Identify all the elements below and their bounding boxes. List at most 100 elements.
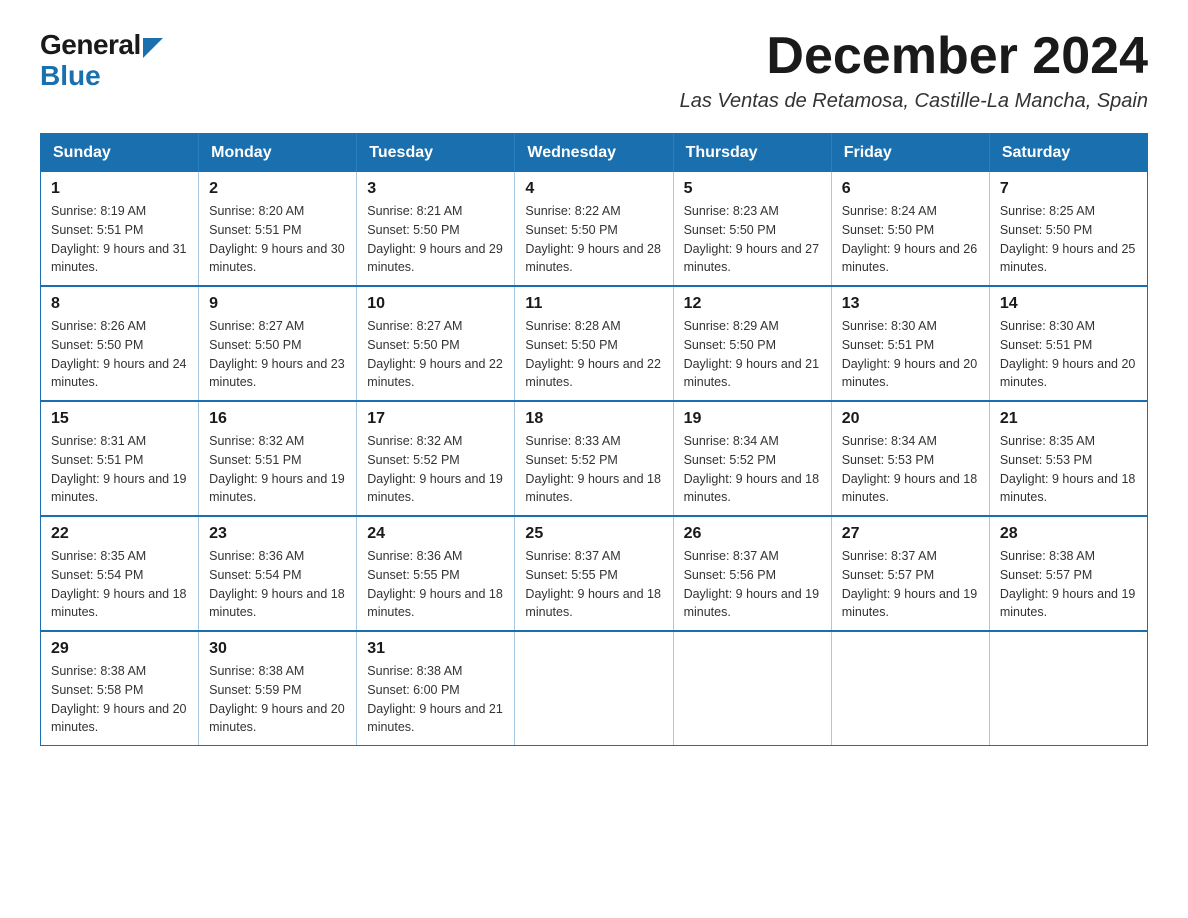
calendar-day-cell: 7 Sunrise: 8:25 AM Sunset: 5:50 PM Dayli… bbox=[989, 172, 1147, 286]
day-number: 18 bbox=[525, 410, 662, 428]
day-number: 16 bbox=[209, 410, 346, 428]
day-of-week-header: Monday bbox=[199, 134, 357, 173]
calendar-day-cell: 16 Sunrise: 8:32 AM Sunset: 5:51 PM Dayl… bbox=[199, 401, 357, 516]
day-number: 15 bbox=[51, 410, 188, 428]
day-number: 12 bbox=[684, 295, 821, 313]
day-number: 23 bbox=[209, 525, 346, 543]
day-info: Sunrise: 8:25 AM Sunset: 5:50 PM Dayligh… bbox=[1000, 202, 1137, 277]
day-info: Sunrise: 8:35 AM Sunset: 5:53 PM Dayligh… bbox=[1000, 432, 1137, 507]
calendar-day-cell: 25 Sunrise: 8:37 AM Sunset: 5:55 PM Dayl… bbox=[515, 516, 673, 631]
day-info: Sunrise: 8:37 AM Sunset: 5:57 PM Dayligh… bbox=[842, 547, 979, 622]
calendar-day-cell: 4 Sunrise: 8:22 AM Sunset: 5:50 PM Dayli… bbox=[515, 172, 673, 286]
calendar-day-cell: 8 Sunrise: 8:26 AM Sunset: 5:50 PM Dayli… bbox=[41, 286, 199, 401]
calendar-day-cell: 3 Sunrise: 8:21 AM Sunset: 5:50 PM Dayli… bbox=[357, 172, 515, 286]
day-of-week-header: Wednesday bbox=[515, 134, 673, 173]
page-header: General Blue December 2024 Las Ventas de… bbox=[40, 30, 1148, 113]
day-info: Sunrise: 8:24 AM Sunset: 5:50 PM Dayligh… bbox=[842, 202, 979, 277]
calendar-day-cell: 17 Sunrise: 8:32 AM Sunset: 5:52 PM Dayl… bbox=[357, 401, 515, 516]
day-number: 2 bbox=[209, 180, 346, 198]
month-year-title: December 2024 bbox=[680, 30, 1148, 82]
day-info: Sunrise: 8:26 AM Sunset: 5:50 PM Dayligh… bbox=[51, 317, 188, 392]
calendar-day-cell: 27 Sunrise: 8:37 AM Sunset: 5:57 PM Dayl… bbox=[831, 516, 989, 631]
calendar-day-cell: 21 Sunrise: 8:35 AM Sunset: 5:53 PM Dayl… bbox=[989, 401, 1147, 516]
calendar-day-cell: 22 Sunrise: 8:35 AM Sunset: 5:54 PM Dayl… bbox=[41, 516, 199, 631]
calendar-day-cell: 20 Sunrise: 8:34 AM Sunset: 5:53 PM Dayl… bbox=[831, 401, 989, 516]
day-number: 30 bbox=[209, 640, 346, 658]
calendar-week-row: 1 Sunrise: 8:19 AM Sunset: 5:51 PM Dayli… bbox=[41, 172, 1148, 286]
day-info: Sunrise: 8:20 AM Sunset: 5:51 PM Dayligh… bbox=[209, 202, 346, 277]
calendar-day-cell: 6 Sunrise: 8:24 AM Sunset: 5:50 PM Dayli… bbox=[831, 172, 989, 286]
day-info: Sunrise: 8:38 AM Sunset: 5:57 PM Dayligh… bbox=[1000, 547, 1137, 622]
logo-blue-text: Blue bbox=[40, 61, 163, 92]
day-number: 7 bbox=[1000, 180, 1137, 198]
day-info: Sunrise: 8:30 AM Sunset: 5:51 PM Dayligh… bbox=[1000, 317, 1137, 392]
day-number: 1 bbox=[51, 180, 188, 198]
day-number: 28 bbox=[1000, 525, 1137, 543]
calendar-day-cell bbox=[673, 631, 831, 746]
calendar-day-cell: 11 Sunrise: 8:28 AM Sunset: 5:50 PM Dayl… bbox=[515, 286, 673, 401]
day-info: Sunrise: 8:37 AM Sunset: 5:55 PM Dayligh… bbox=[525, 547, 662, 622]
day-number: 8 bbox=[51, 295, 188, 313]
calendar-week-row: 22 Sunrise: 8:35 AM Sunset: 5:54 PM Dayl… bbox=[41, 516, 1148, 631]
calendar-day-cell: 23 Sunrise: 8:36 AM Sunset: 5:54 PM Dayl… bbox=[199, 516, 357, 631]
day-info: Sunrise: 8:29 AM Sunset: 5:50 PM Dayligh… bbox=[684, 317, 821, 392]
day-of-week-header: Thursday bbox=[673, 134, 831, 173]
day-number: 3 bbox=[367, 180, 504, 198]
day-info: Sunrise: 8:33 AM Sunset: 5:52 PM Dayligh… bbox=[525, 432, 662, 507]
day-info: Sunrise: 8:22 AM Sunset: 5:50 PM Dayligh… bbox=[525, 202, 662, 277]
calendar-day-cell: 9 Sunrise: 8:27 AM Sunset: 5:50 PM Dayli… bbox=[199, 286, 357, 401]
calendar-day-cell: 13 Sunrise: 8:30 AM Sunset: 5:51 PM Dayl… bbox=[831, 286, 989, 401]
calendar-day-cell: 30 Sunrise: 8:38 AM Sunset: 5:59 PM Dayl… bbox=[199, 631, 357, 746]
title-section: December 2024 Las Ventas de Retamosa, Ca… bbox=[680, 30, 1148, 113]
day-of-week-header: Saturday bbox=[989, 134, 1147, 173]
day-number: 26 bbox=[684, 525, 821, 543]
day-info: Sunrise: 8:37 AM Sunset: 5:56 PM Dayligh… bbox=[684, 547, 821, 622]
calendar-day-cell: 19 Sunrise: 8:34 AM Sunset: 5:52 PM Dayl… bbox=[673, 401, 831, 516]
calendar-day-cell bbox=[831, 631, 989, 746]
day-number: 11 bbox=[525, 295, 662, 313]
day-number: 24 bbox=[367, 525, 504, 543]
day-info: Sunrise: 8:31 AM Sunset: 5:51 PM Dayligh… bbox=[51, 432, 188, 507]
calendar-day-cell: 24 Sunrise: 8:36 AM Sunset: 5:55 PM Dayl… bbox=[357, 516, 515, 631]
calendar-day-cell: 31 Sunrise: 8:38 AM Sunset: 6:00 PM Dayl… bbox=[357, 631, 515, 746]
location-subtitle: Las Ventas de Retamosa, Castille-La Manc… bbox=[680, 90, 1148, 113]
day-number: 9 bbox=[209, 295, 346, 313]
calendar-day-cell: 2 Sunrise: 8:20 AM Sunset: 5:51 PM Dayli… bbox=[199, 172, 357, 286]
day-number: 14 bbox=[1000, 295, 1137, 313]
day-info: Sunrise: 8:30 AM Sunset: 5:51 PM Dayligh… bbox=[842, 317, 979, 392]
day-number: 5 bbox=[684, 180, 821, 198]
day-number: 20 bbox=[842, 410, 979, 428]
calendar-day-cell: 26 Sunrise: 8:37 AM Sunset: 5:56 PM Dayl… bbox=[673, 516, 831, 631]
day-info: Sunrise: 8:36 AM Sunset: 5:54 PM Dayligh… bbox=[209, 547, 346, 622]
day-info: Sunrise: 8:34 AM Sunset: 5:52 PM Dayligh… bbox=[684, 432, 821, 507]
day-info: Sunrise: 8:23 AM Sunset: 5:50 PM Dayligh… bbox=[684, 202, 821, 277]
calendar-day-cell bbox=[989, 631, 1147, 746]
day-number: 4 bbox=[525, 180, 662, 198]
calendar-day-cell: 29 Sunrise: 8:38 AM Sunset: 5:58 PM Dayl… bbox=[41, 631, 199, 746]
day-info: Sunrise: 8:34 AM Sunset: 5:53 PM Dayligh… bbox=[842, 432, 979, 507]
calendar-table: SundayMondayTuesdayWednesdayThursdayFrid… bbox=[40, 133, 1148, 746]
calendar-day-cell: 10 Sunrise: 8:27 AM Sunset: 5:50 PM Dayl… bbox=[357, 286, 515, 401]
day-number: 27 bbox=[842, 525, 979, 543]
calendar-header-row: SundayMondayTuesdayWednesdayThursdayFrid… bbox=[41, 134, 1148, 173]
day-info: Sunrise: 8:19 AM Sunset: 5:51 PM Dayligh… bbox=[51, 202, 188, 277]
day-number: 13 bbox=[842, 295, 979, 313]
day-info: Sunrise: 8:27 AM Sunset: 5:50 PM Dayligh… bbox=[367, 317, 504, 392]
calendar-day-cell: 14 Sunrise: 8:30 AM Sunset: 5:51 PM Dayl… bbox=[989, 286, 1147, 401]
calendar-day-cell: 28 Sunrise: 8:38 AM Sunset: 5:57 PM Dayl… bbox=[989, 516, 1147, 631]
day-number: 29 bbox=[51, 640, 188, 658]
day-info: Sunrise: 8:28 AM Sunset: 5:50 PM Dayligh… bbox=[525, 317, 662, 392]
day-number: 10 bbox=[367, 295, 504, 313]
day-of-week-header: Friday bbox=[831, 134, 989, 173]
day-info: Sunrise: 8:27 AM Sunset: 5:50 PM Dayligh… bbox=[209, 317, 346, 392]
logo-general-text: General bbox=[40, 30, 141, 61]
day-number: 25 bbox=[525, 525, 662, 543]
day-info: Sunrise: 8:36 AM Sunset: 5:55 PM Dayligh… bbox=[367, 547, 504, 622]
day-number: 21 bbox=[1000, 410, 1137, 428]
calendar-week-row: 29 Sunrise: 8:38 AM Sunset: 5:58 PM Dayl… bbox=[41, 631, 1148, 746]
day-info: Sunrise: 8:38 AM Sunset: 5:58 PM Dayligh… bbox=[51, 662, 188, 737]
logo-triangle-icon bbox=[143, 38, 163, 58]
calendar-day-cell: 18 Sunrise: 8:33 AM Sunset: 5:52 PM Dayl… bbox=[515, 401, 673, 516]
day-info: Sunrise: 8:38 AM Sunset: 6:00 PM Dayligh… bbox=[367, 662, 504, 737]
day-of-week-header: Sunday bbox=[41, 134, 199, 173]
